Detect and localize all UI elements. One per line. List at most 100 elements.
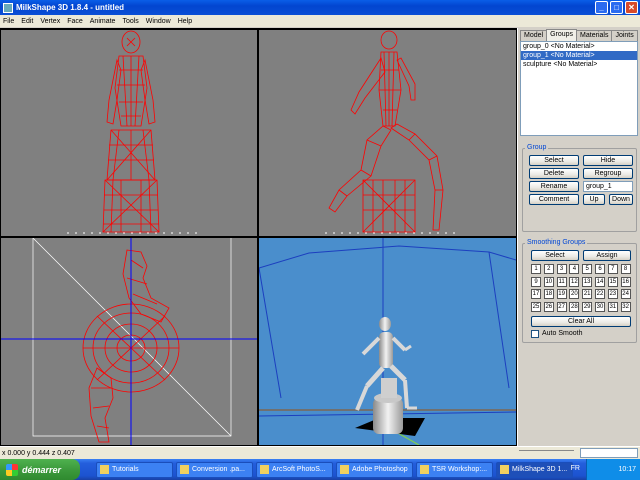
- browser-icon: [180, 465, 189, 474]
- smoothing-assign-button[interactable]: Assign: [583, 250, 631, 261]
- group-regroup-button[interactable]: Regroup: [583, 168, 633, 179]
- menu-help[interactable]: Help: [178, 18, 192, 25]
- smoothing-group-27-button[interactable]: 27: [556, 301, 567, 312]
- task-milkshape[interactable]: MilkShape 3D 1...: [496, 461, 573, 478]
- smoothing-group-25-button[interactable]: 25: [531, 301, 541, 312]
- smoothing-group-13-button[interactable]: 13: [582, 276, 593, 287]
- smoothing-group-8-button[interactable]: 8: [620, 264, 631, 274]
- smoothing-group-14-button[interactable]: 14: [595, 276, 605, 287]
- group-up-button[interactable]: Up: [583, 194, 605, 205]
- group-name-field[interactable]: group_1: [583, 181, 633, 192]
- smoothing-group-6-button[interactable]: 6: [595, 264, 605, 274]
- group-list-item-selected[interactable]: group_1 <No Material>: [521, 51, 637, 60]
- group-hide-button[interactable]: Hide: [583, 155, 633, 166]
- smoothing-group-4-button[interactable]: 4: [569, 264, 580, 274]
- milkshape-window: MilkShape 3D 1.8.4 - untitled _ □ ✕ File…: [0, 0, 640, 480]
- top-viewport[interactable]: [1, 238, 257, 445]
- tab-model[interactable]: Model: [520, 30, 548, 41]
- smoothing-group-23-button[interactable]: 23: [607, 289, 618, 299]
- front-viewport[interactable]: [1, 30, 257, 236]
- smoothing-group-29-button[interactable]: 29: [582, 301, 593, 312]
- maximize-button[interactable]: □: [610, 1, 623, 14]
- frame-field[interactable]: [580, 448, 638, 458]
- minimize-button[interactable]: _: [595, 1, 608, 14]
- menu-file[interactable]: File: [3, 18, 14, 25]
- photoshop-icon: [340, 465, 349, 474]
- task-conversion[interactable]: Conversion .pa...: [176, 461, 253, 478]
- tab-materials[interactable]: Materials: [576, 30, 613, 41]
- title-bar: MilkShape 3D 1.8.4 - untitled _ □ ✕: [0, 0, 640, 15]
- task-label: TSR Workshop:...: [432, 465, 488, 473]
- smoothing-select-button[interactable]: Select: [531, 250, 579, 261]
- smoothing-group-19-button[interactable]: 19: [556, 289, 567, 299]
- smoothing-section-title: Smoothing Groups: [525, 239, 588, 246]
- smoothing-group-24-button[interactable]: 24: [620, 289, 631, 299]
- task-photoshop[interactable]: Adobe Photoshop: [336, 461, 413, 478]
- group-delete-button[interactable]: Delete: [529, 168, 579, 179]
- task-tutorials[interactable]: Tutorials: [96, 461, 173, 478]
- smoothing-group-11-button[interactable]: 11: [556, 276, 567, 287]
- smoothing-clear-all-button[interactable]: Clear All: [531, 316, 631, 327]
- group-select-button[interactable]: Select: [529, 155, 579, 166]
- language-indicator[interactable]: FR: [571, 465, 580, 472]
- group-rename-button[interactable]: Rename: [529, 181, 579, 192]
- milkshape-app-icon: [3, 2, 13, 13]
- status-coordinates: x 0.000 y 0.444 z 0.407: [2, 449, 75, 457]
- group-section-title: Group: [525, 144, 549, 151]
- top-wireframe: [1, 238, 257, 445]
- tab-joints[interactable]: Joints: [611, 30, 638, 41]
- side-wireframe: [325, 30, 455, 234]
- group-list-item[interactable]: group_0 <No Material>: [521, 42, 637, 51]
- front-wireframe: [67, 30, 197, 234]
- side-viewport[interactable]: [259, 30, 516, 236]
- task-arcsoft[interactable]: ArcSoft PhotoS...: [256, 461, 333, 478]
- auto-smooth-checkbox[interactable]: [531, 330, 539, 338]
- windows-flag-icon: [6, 463, 18, 476]
- group-down-button[interactable]: Down: [609, 194, 633, 205]
- smoothing-group-12-button[interactable]: 12: [569, 276, 580, 287]
- right-panel: Model Groups Materials Joints group_0 <N…: [517, 28, 640, 446]
- frame-slider[interactable]: [519, 450, 574, 456]
- group-list[interactable]: group_0 <No Material> group_1 <No Materi…: [520, 41, 638, 136]
- smoothing-group-28-button[interactable]: 28: [569, 301, 580, 312]
- group-comment-button[interactable]: Comment: [529, 194, 579, 205]
- smoothing-group-1-button[interactable]: 1: [531, 264, 541, 274]
- task-label: ArcSoft PhotoS...: [272, 465, 326, 473]
- start-label: démarrer: [22, 464, 62, 475]
- smoothing-group-3-button[interactable]: 3: [556, 264, 567, 274]
- menu-vertex[interactable]: Vertex: [40, 18, 60, 25]
- smoothing-group-2-button[interactable]: 2: [543, 264, 554, 274]
- task-tsr-workshop[interactable]: TSR Workshop:...: [416, 461, 493, 478]
- menu-face[interactable]: Face: [67, 18, 83, 25]
- menu-edit[interactable]: Edit: [21, 18, 33, 25]
- menu-window[interactable]: Window: [146, 18, 171, 25]
- smoothing-group-30-button[interactable]: 30: [595, 301, 605, 312]
- smoothing-group-18-button[interactable]: 18: [543, 289, 554, 299]
- perspective-viewport[interactable]: [259, 238, 516, 445]
- menu-tools[interactable]: Tools: [122, 18, 138, 25]
- smoothing-group-20-button[interactable]: 20: [569, 289, 580, 299]
- tab-groups[interactable]: Groups: [546, 29, 578, 41]
- smoothing-group-32-button[interactable]: 32: [620, 301, 631, 312]
- group-list-item[interactable]: sculpture <No Material>: [521, 60, 637, 69]
- smoothing-group-31-button[interactable]: 31: [607, 301, 618, 312]
- smoothing-group-26-button[interactable]: 26: [543, 301, 554, 312]
- taskbar-tasks: Tutorials Conversion .pa... ArcSoft Phot…: [96, 461, 573, 478]
- smoothing-group-17-button[interactable]: 17: [531, 289, 541, 299]
- smoothing-group-21-button[interactable]: 21: [582, 289, 593, 299]
- clock: 10:17: [618, 466, 636, 473]
- smoothing-group-9-button[interactable]: 9: [531, 276, 541, 287]
- close-button[interactable]: ✕: [625, 1, 638, 14]
- smoothing-group-10-button[interactable]: 10: [543, 276, 554, 287]
- smoothing-group-15-button[interactable]: 15: [607, 276, 618, 287]
- smoothing-group-22-button[interactable]: 22: [595, 289, 605, 299]
- menu-animate[interactable]: Animate: [90, 18, 116, 25]
- system-tray: 10:17: [586, 459, 640, 480]
- group-section: Group Select Hide Delete Regroup Rename …: [522, 144, 637, 232]
- smoothing-group-16-button[interactable]: 16: [620, 276, 631, 287]
- smoothing-group-5-button[interactable]: 5: [582, 264, 593, 274]
- auto-smooth-label: Auto Smooth: [542, 330, 583, 337]
- smoothing-groups-section: Smoothing Groups Select Assign 123456789…: [522, 239, 637, 343]
- start-button[interactable]: démarrer: [0, 459, 80, 480]
- smoothing-group-7-button[interactable]: 7: [607, 264, 618, 274]
